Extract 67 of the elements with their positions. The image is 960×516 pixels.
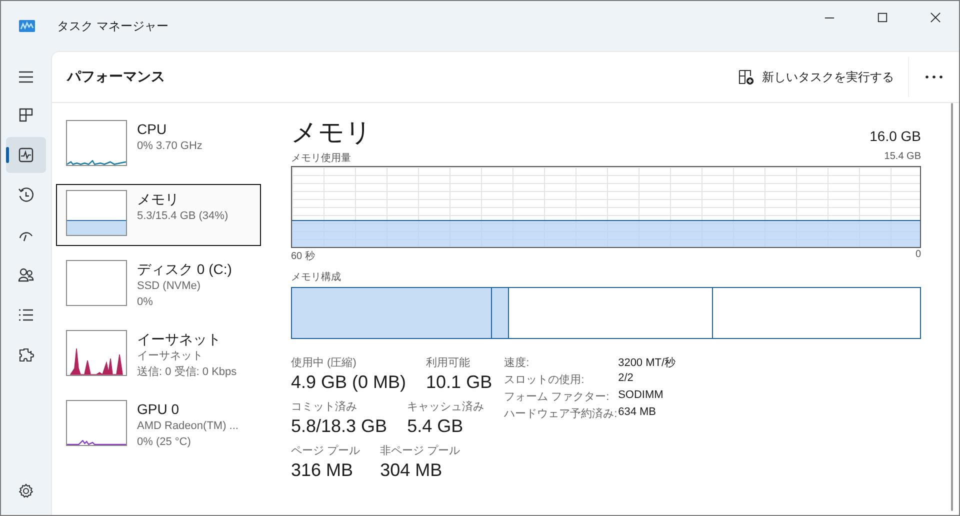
device-item[interactable]: ディスク 0 (C:) SSD (NVMe) 0% <box>56 254 261 316</box>
pulse-icon <box>18 147 34 163</box>
window-title: タスク マネージャー <box>57 18 168 34</box>
menu-icon[interactable] <box>18 69 34 85</box>
app-icon <box>19 20 35 32</box>
stat-label: ページ プール <box>291 444 360 458</box>
device-item-selected[interactable]: メモリ 5.3/15.4 GB (34%) <box>56 184 261 246</box>
graph-label: メモリ使用量 <box>291 152 351 165</box>
scrollbar[interactable] <box>951 103 953 511</box>
stat-label: 非ページ プール <box>380 444 460 458</box>
total-memory: 16.0 GB <box>870 128 921 144</box>
list-icon <box>18 307 34 323</box>
device-detail: 0% <box>137 295 154 310</box>
panel-title: メモリ <box>291 116 372 149</box>
puzzle-icon <box>18 347 34 363</box>
detail-value: 3200 MT/秒 <box>618 356 676 370</box>
maximize-icon[interactable] <box>877 12 888 22</box>
window-plus-icon <box>738 69 754 85</box>
more-options-icon[interactable] <box>925 75 943 79</box>
stat-value: 304 MB <box>380 459 444 482</box>
stat-label: 使用中 (圧縮) <box>291 356 358 370</box>
stat-value: 4.9 GB (0 MB) <box>291 371 406 394</box>
device-name: イーサネット <box>137 330 222 348</box>
detail-label: スロットの使用: <box>504 373 586 387</box>
users-icon <box>18 267 34 283</box>
detail-label: フォーム ファクター: <box>504 390 610 404</box>
composition-label: メモリ構成 <box>291 270 341 284</box>
device-detail: イーサネット <box>137 349 204 364</box>
device-name: ディスク 0 (C:) <box>137 260 232 278</box>
device-detail: 送信: 0 受信: 0 Kbps <box>137 364 237 380</box>
detail-label: ハードウェア予約済み: <box>504 406 618 421</box>
device-detail: 0% (25 °C) <box>137 435 192 450</box>
device-detail: SSD (NVMe) <box>137 279 202 294</box>
detail-value: SODIMM <box>618 389 664 403</box>
time-axis-label: 60 秒 <box>291 250 315 263</box>
memory-usage-area-drawing <box>67 220 126 235</box>
page-title: パフォーマンス <box>67 68 165 86</box>
grid-icon <box>18 107 34 123</box>
detail-value: 2/2 <box>618 372 634 386</box>
network-sparkline-drawing <box>70 348 123 375</box>
nav-item-selected[interactable] <box>6 137 46 173</box>
device-name: メモリ <box>137 190 180 208</box>
device-item[interactable]: イーサネット イーサネット 送信: 0 受信: 0 Kbps <box>56 324 261 386</box>
device-detail: 0% 3.70 GHz <box>137 139 202 154</box>
device-detail: 5.3/15.4 GB (34%) <box>137 209 228 224</box>
device-detail: AMD Radeon(TM) ... <box>137 419 238 434</box>
gpu-sparkline-drawing <box>67 440 126 445</box>
stat-label: 利用可能 <box>426 356 472 370</box>
graph-max-label: 15.4 GB <box>884 151 921 164</box>
detail-label: 速度: <box>504 356 530 370</box>
stat-label: コミット済み <box>291 400 358 414</box>
cpu-sparkline-drawing <box>67 160 126 165</box>
device-name: CPU <box>137 120 168 138</box>
clock-icon <box>18 187 34 203</box>
detail-value: 634 MB <box>618 406 657 420</box>
device-item[interactable]: GPU 0 AMD Radeon(TM) ... 0% (25 °C) <box>56 394 261 456</box>
device-item[interactable]: CPU 0% 3.70 GHz <box>56 114 261 176</box>
settings-icon[interactable] <box>18 483 34 499</box>
stat-value: 5.4 GB <box>407 415 464 438</box>
stat-value: 10.1 GB <box>426 371 492 394</box>
close-icon[interactable] <box>930 12 941 22</box>
stat-value: 5.8/18.3 GB <box>291 415 388 438</box>
device-name: GPU 0 <box>137 400 180 418</box>
run-new-task-button[interactable]: 新しいタスクを実行する <box>728 62 904 92</box>
stat-label: キャッシュ済み <box>407 400 484 414</box>
stat-value: 316 MB <box>291 459 354 482</box>
time-axis-label: 0 <box>915 249 921 262</box>
